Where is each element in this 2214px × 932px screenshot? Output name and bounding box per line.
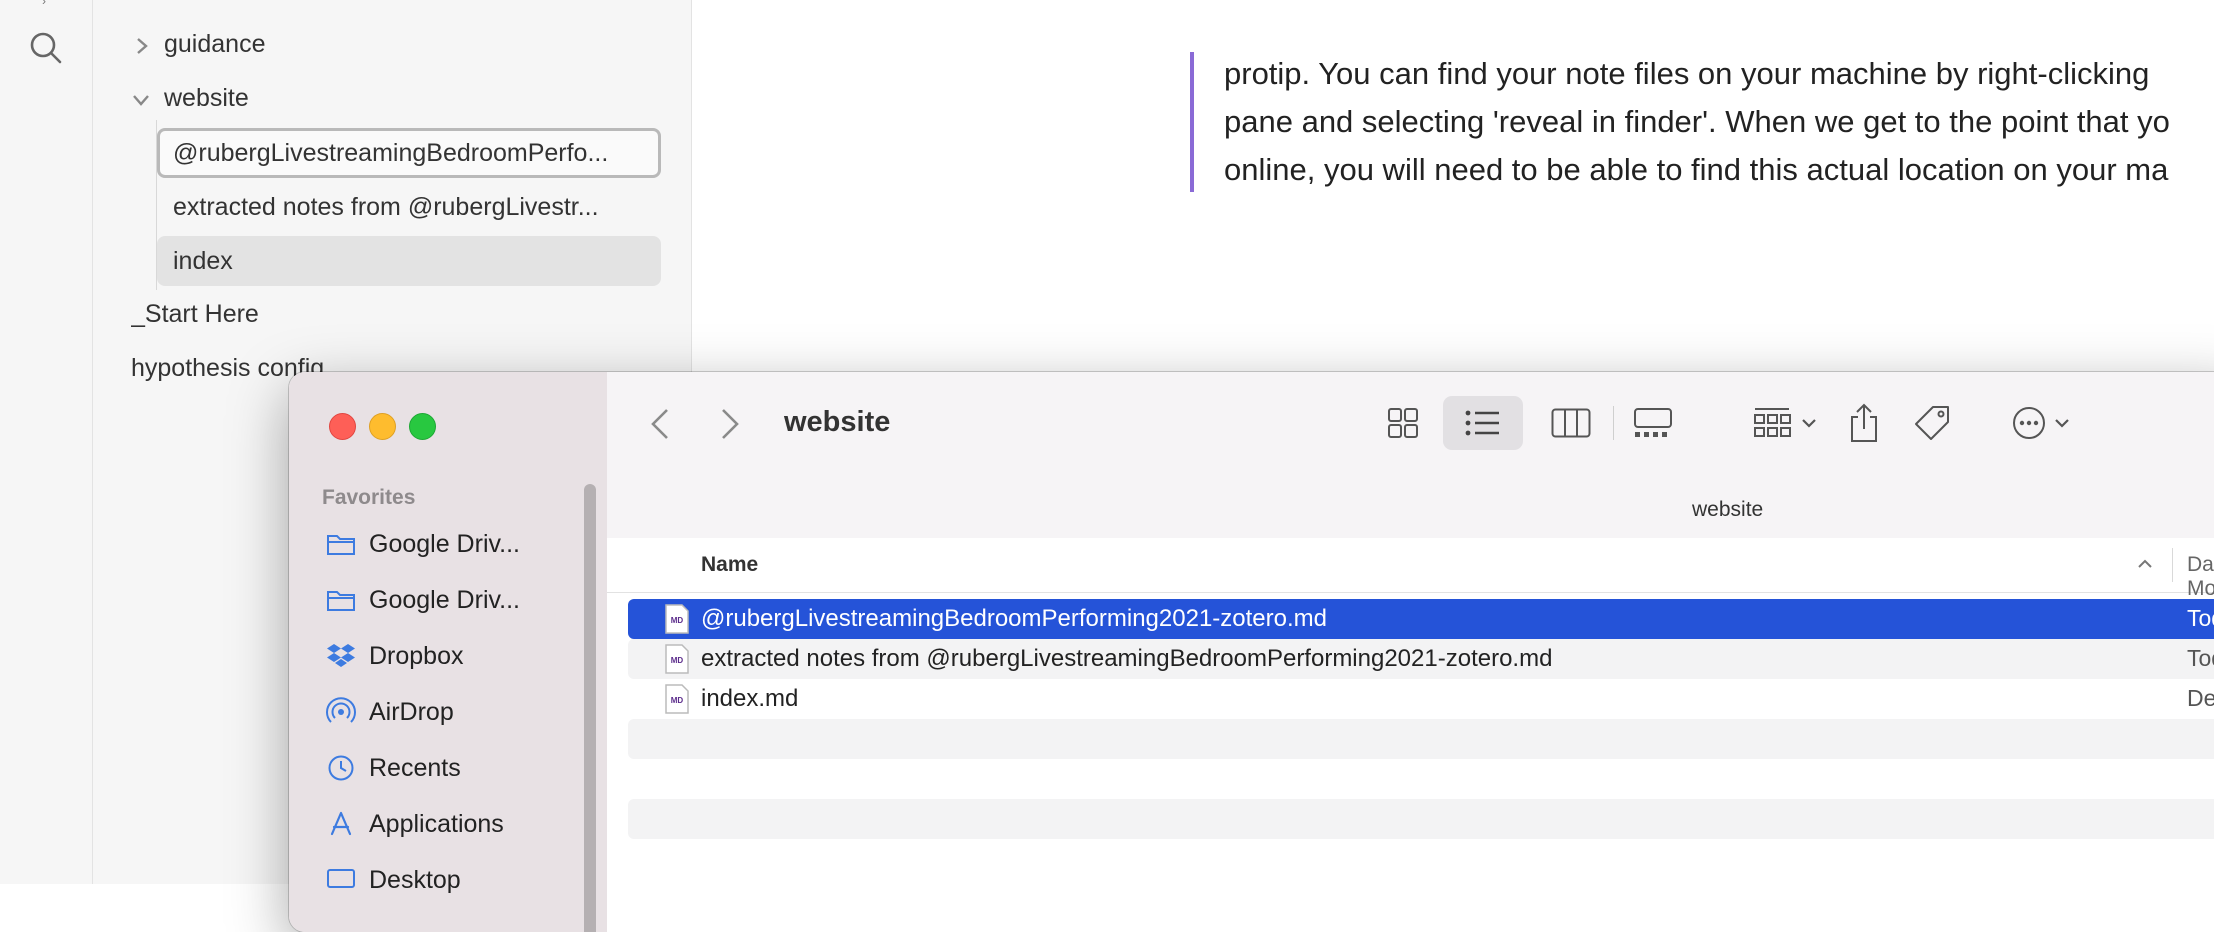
- ribbon-top-icon[interactable]: ›: [42, 0, 52, 8]
- list-icon: [1465, 410, 1499, 436]
- tags-button[interactable]: [1907, 396, 1957, 450]
- sidebar-item-label: Recents: [369, 753, 461, 782]
- sidebar-item-google-drive-2[interactable]: Google Driv...: [325, 580, 585, 620]
- file-date: Dec 14, 2022 at 2:14 PM: [2187, 685, 2214, 711]
- desktop-icon: [325, 864, 357, 896]
- column-view-button[interactable]: [1541, 396, 1601, 450]
- tree-file-ruberg[interactable]: @rubergLivestreamingBedroomPerfo...: [157, 128, 661, 178]
- tree-folder-guidance[interactable]: guidance: [164, 30, 265, 59]
- sidebar-item-dropbox[interactable]: Dropbox: [325, 636, 585, 676]
- sidebar-item-airdrop[interactable]: AirDrop: [325, 692, 585, 732]
- share-button[interactable]: [1839, 396, 1889, 450]
- favorites-header: Favorites: [322, 486, 416, 509]
- chevron-down-icon: [2055, 419, 2069, 428]
- quote-line: online, you will need to be able to find…: [1224, 152, 2169, 187]
- sidebar-item-label: Applications: [369, 809, 504, 838]
- markdown-file-icon: MD: [665, 684, 689, 714]
- search-icon[interactable]: [29, 31, 63, 65]
- forward-arrow-icon[interactable]: [719, 406, 741, 442]
- gallery-icon: [1634, 408, 1672, 437]
- column-header-name[interactable]: Name: [701, 553, 758, 577]
- chevron-down-icon[interactable]: [131, 93, 151, 107]
- file-date: Today at 1:20 PM: [2187, 645, 2214, 671]
- gallery-view-button[interactable]: [1623, 396, 1683, 450]
- ribbon: ›: [0, 0, 93, 884]
- list-view-button[interactable]: [1443, 396, 1523, 450]
- file-row[interactable]: MD @rubergLivestreamingBedroomPerforming…: [628, 599, 2214, 639]
- file-row[interactable]: MD extracted notes from @rubergLivestrea…: [628, 639, 2214, 679]
- path-bar-title: website: [1692, 498, 1764, 521]
- quote-line: pane and selecting 'reveal in finder'. W…: [1224, 104, 2170, 139]
- toolbar-separator: [1613, 406, 1614, 440]
- applications-icon: [325, 808, 357, 840]
- finder-sidebar: Favorites Google Driv... Google Driv...: [289, 372, 607, 932]
- clock-icon: [325, 752, 357, 784]
- close-window-button[interactable]: [329, 413, 356, 440]
- tag-icon: [1915, 406, 1949, 440]
- ellipsis-circle-icon: [2013, 407, 2045, 439]
- empty-row: [628, 719, 2214, 759]
- window-title: website: [784, 406, 891, 438]
- file-date: Today at 10:32 AM: [2187, 605, 2214, 631]
- sidebar-item-applications[interactable]: Applications: [325, 804, 585, 844]
- file-name: index.md: [701, 685, 799, 712]
- file-name: extracted notes from @rubergLivestreamin…: [701, 645, 1553, 672]
- sidebar-item-label: AirDrop: [369, 697, 454, 726]
- sidebar-item-label: Dropbox: [369, 641, 464, 670]
- tree-file-index[interactable]: index: [157, 236, 661, 286]
- column-header: Name Date Modified: [607, 538, 2214, 600]
- empty-row: [628, 799, 2214, 839]
- sidebar-item-desktop[interactable]: Desktop: [325, 860, 585, 900]
- zoom-window-button[interactable]: [409, 413, 436, 440]
- column-header-date-modified[interactable]: Date Modified: [2187, 553, 2214, 601]
- finder-window: Favorites Google Driv... Google Driv...: [289, 372, 2214, 932]
- finder-content: website website Name Da Mo MD @rubergLiv…: [607, 372, 2214, 932]
- folder-icon: [325, 528, 357, 560]
- chevron-right-icon[interactable]: [135, 36, 149, 56]
- tree-file-start-here[interactable]: _Start Here: [131, 300, 259, 329]
- back-arrow-icon[interactable]: [649, 406, 671, 442]
- svg-text:MD: MD: [671, 696, 684, 705]
- blockquote-bar: [1190, 52, 1194, 192]
- airdrop-icon: [325, 696, 357, 728]
- tree-folder-website[interactable]: website: [164, 84, 249, 113]
- sidebar-scrollbar[interactable]: [584, 484, 596, 932]
- sidebar-item-label: Google Driv...: [369, 529, 520, 558]
- finder-toolbar: website: [607, 372, 2214, 482]
- share-icon: [1851, 403, 1877, 442]
- dropbox-icon: [325, 640, 357, 672]
- blockquote-text[interactable]: protip. You can find your note files on …: [1224, 50, 2214, 194]
- sidebar-item-recents[interactable]: Recents: [325, 748, 585, 788]
- svg-text:MD: MD: [671, 616, 684, 625]
- folder-icon: [325, 584, 357, 616]
- file-row[interactable]: MD index.md Dec 14, 2022 at 2:14 PM: [628, 679, 2214, 719]
- grid-icon: [1388, 408, 1418, 438]
- markdown-file-icon: MD: [665, 604, 689, 634]
- minimize-window-button[interactable]: [369, 413, 396, 440]
- path-bar: website: [607, 482, 2214, 539]
- file-name: @rubergLivestreamingBedroomPerforming202…: [701, 605, 1327, 632]
- more-actions-button[interactable]: [2001, 396, 2081, 450]
- sidebar-item-google-drive-1[interactable]: Google Driv...: [325, 524, 585, 564]
- columns-icon: [1551, 408, 1591, 438]
- sort-ascending-icon[interactable]: [2137, 558, 2153, 570]
- svg-text:MD: MD: [671, 656, 684, 665]
- markdown-file-icon: MD: [665, 644, 689, 674]
- sidebar-item-label: Google Driv...: [369, 585, 520, 614]
- group-by-button[interactable]: [1745, 396, 1825, 450]
- group-grid-icon: [1754, 408, 1791, 437]
- chevron-down-icon: [1802, 419, 1816, 428]
- tree-file-extracted-notes[interactable]: extracted notes from @rubergLivestr...: [157, 182, 661, 232]
- quote-line: protip. You can find your note files on …: [1224, 56, 2150, 91]
- icon-view-button[interactable]: [1375, 396, 1431, 450]
- column-divider[interactable]: [2172, 548, 2173, 582]
- sidebar-item-label: Desktop: [369, 865, 461, 894]
